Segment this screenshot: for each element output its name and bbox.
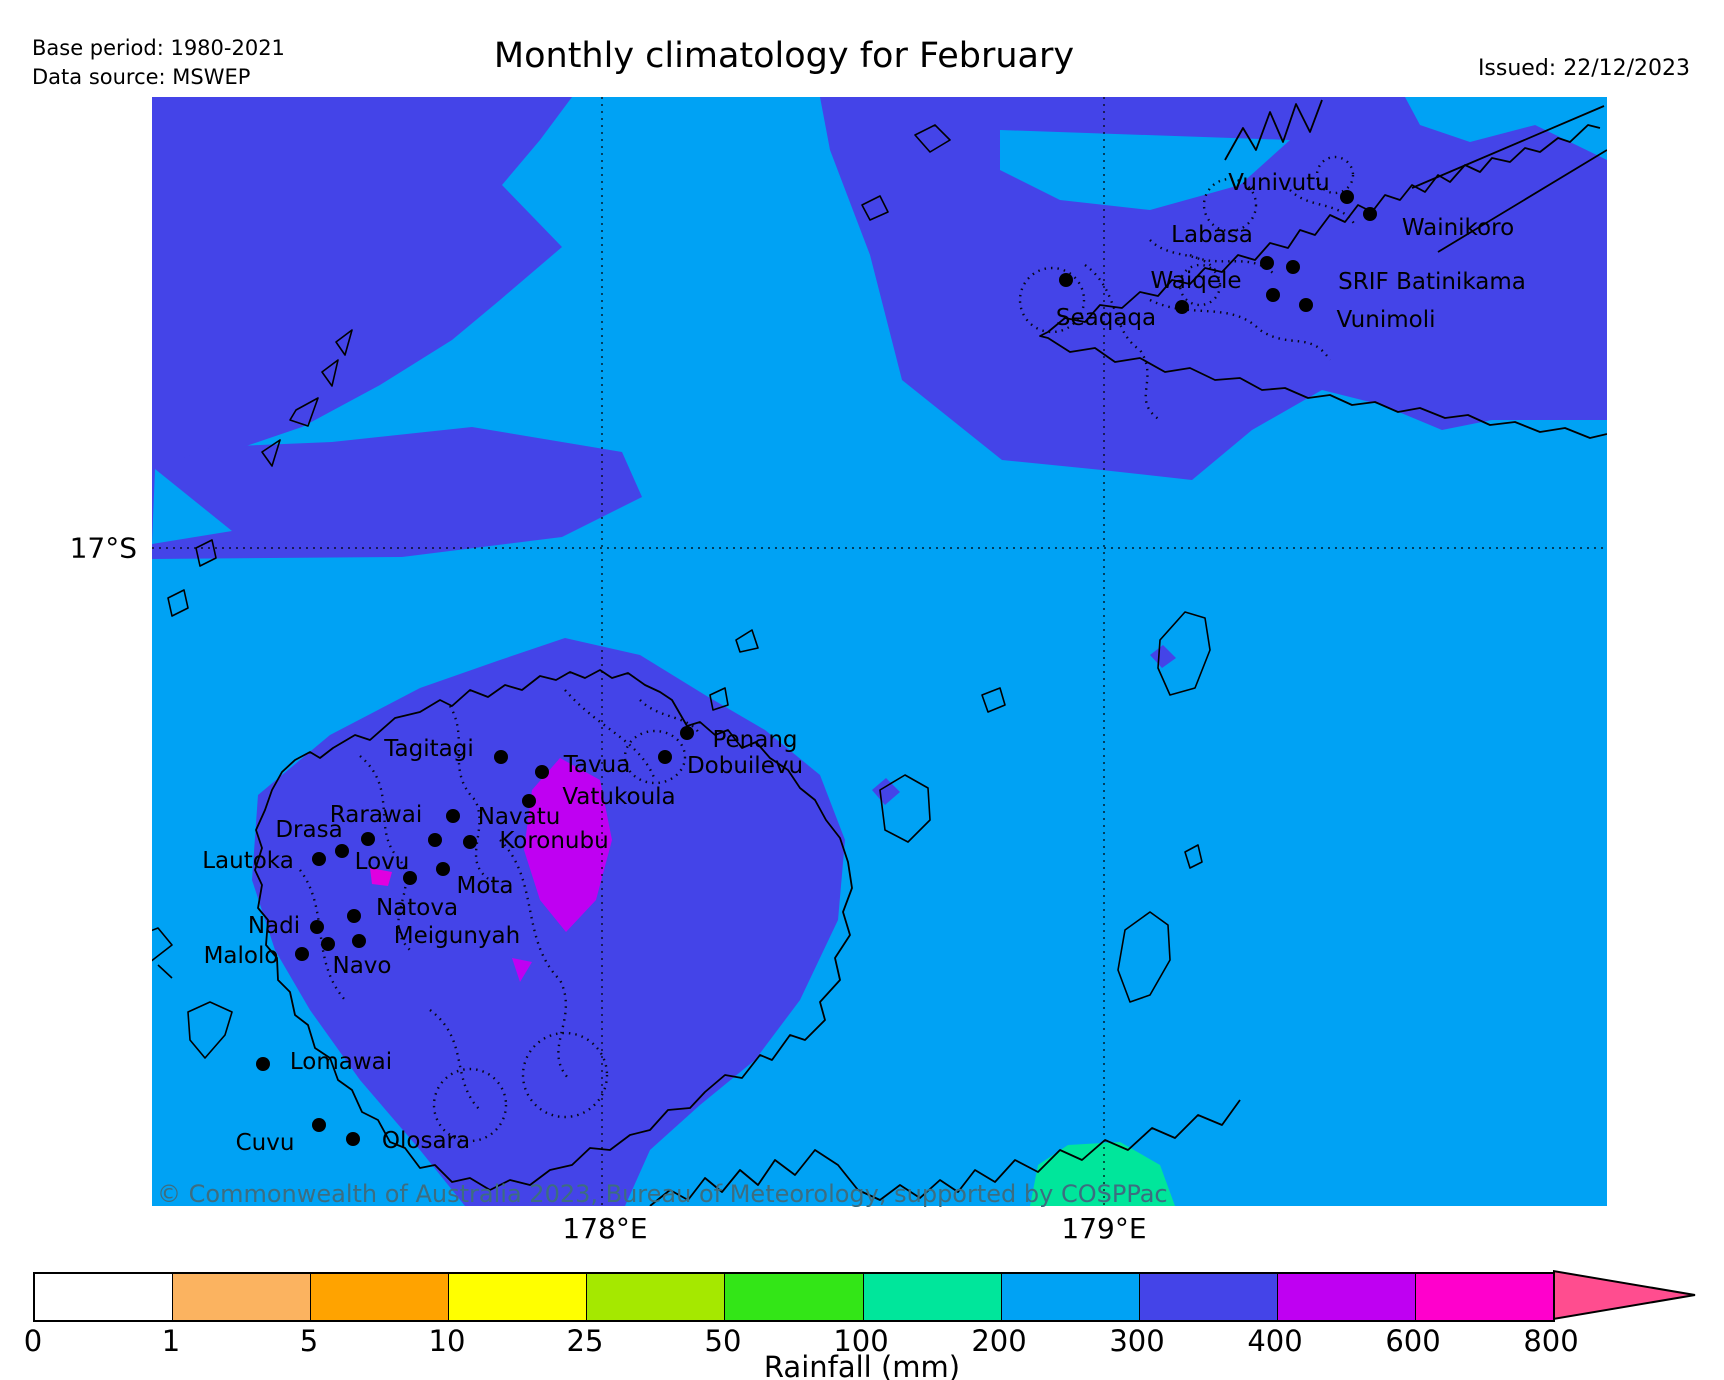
place-dot	[436, 862, 450, 876]
place-label: Lovu	[355, 849, 410, 875]
place-label: Vatukoula	[562, 784, 675, 810]
place-label: Lomawai	[290, 1049, 392, 1075]
place-dot	[1363, 207, 1377, 221]
place-label: Wainikoro	[1402, 215, 1514, 241]
place-dot	[1059, 273, 1073, 287]
place-dot	[1266, 288, 1280, 302]
place-label: Tavua	[564, 752, 631, 778]
place-dot	[352, 934, 366, 948]
arrow-shape	[1553, 1271, 1695, 1319]
colorbar-segment	[1139, 1274, 1277, 1320]
colorbar	[33, 1272, 1555, 1322]
rainfall-map: Vunivutu Wainikoro Labasa Waiqele SRIF Batin…	[0, 0, 1724, 1380]
place-label: Navo	[333, 953, 392, 979]
place-dot	[361, 832, 375, 846]
colorbar-tick-label: 1	[162, 1324, 180, 1358]
place-dot	[312, 852, 326, 866]
place-dot	[256, 1057, 270, 1071]
place-label: Seaqaqa	[1056, 305, 1156, 331]
place-label: Drasa	[275, 817, 342, 843]
place-label: Rarawai	[330, 802, 422, 828]
colorbar-tick-label: 200	[971, 1324, 1026, 1358]
place-label: Tagitagi	[384, 736, 473, 762]
colorbar-segment	[1001, 1274, 1139, 1320]
place-dot	[312, 1118, 326, 1132]
place-label: Labasa	[1171, 222, 1253, 248]
place-dot	[535, 765, 549, 779]
map-canvas	[152, 97, 1607, 1206]
page: Base period: 1980-2021 Data source: MSWE…	[0, 0, 1724, 1380]
colorbar-segment	[724, 1274, 862, 1320]
place-dot	[295, 947, 309, 961]
colorbar-tick-label: 800	[1523, 1324, 1578, 1358]
place-label: Vunimoli	[1337, 307, 1436, 333]
place-dot	[346, 1132, 360, 1146]
colorbar-segment	[1277, 1274, 1415, 1320]
colorbar-title: Rainfall (mm)	[764, 1350, 960, 1380]
colorbar-overflow-arrow	[1553, 1270, 1699, 1320]
colorbar-segment	[172, 1274, 310, 1320]
place-dot	[680, 726, 694, 740]
place-dot	[658, 750, 672, 764]
y-axis-tick-17s: 17°S	[70, 532, 137, 565]
place-dot	[1286, 260, 1300, 274]
colorbar-segment	[586, 1274, 724, 1320]
colorbar-tick-label: 300	[1109, 1324, 1164, 1358]
place-dot	[1299, 298, 1313, 312]
copyright-text: © Commonwealth of Australia 2023, Bureau…	[157, 1180, 1168, 1208]
place-label: Penang	[712, 727, 797, 753]
place-label: Meigunyah	[394, 923, 520, 949]
colorbar-tick-label: 400	[1247, 1324, 1302, 1358]
x-axis-tick-179e: 179°E	[1061, 1212, 1146, 1245]
place-dot	[446, 809, 460, 823]
colorbar-tick-label: 5	[300, 1324, 318, 1358]
colorbar-segment	[310, 1274, 448, 1320]
place-label: Navatu	[478, 804, 561, 830]
place-label: Dobuilevu	[687, 753, 803, 779]
place-label: Malolo	[204, 943, 279, 969]
place-label: SRIF Batinikama	[1338, 269, 1526, 295]
place-label: Nadi	[248, 913, 300, 939]
colorbar-tick-label: 50	[705, 1324, 742, 1358]
place-dot	[494, 750, 508, 764]
place-label: Cuvu	[236, 1130, 295, 1156]
place-label: Natova	[376, 895, 458, 921]
place-dot	[1340, 190, 1354, 204]
place-label: Waiqele	[1150, 268, 1241, 294]
place-label: Koronubu	[499, 828, 608, 854]
colorbar-segment	[448, 1274, 586, 1320]
place-dot	[1175, 300, 1189, 314]
place-dot	[347, 909, 361, 923]
colorbar-segment	[35, 1274, 172, 1320]
colorbar-tick-label: 10	[429, 1324, 466, 1358]
place-dot	[335, 844, 349, 858]
colorbar-tick-label: 600	[1385, 1324, 1440, 1358]
place-dot	[1260, 256, 1274, 270]
place-label: Mota	[456, 873, 513, 899]
colorbar-segment	[1415, 1274, 1553, 1320]
colorbar-tick-label: 25	[567, 1324, 604, 1358]
colorbar-segment	[863, 1274, 1001, 1320]
place-label: Vunivutu	[1228, 170, 1330, 196]
place-dot	[463, 835, 477, 849]
place-label: Olosara	[382, 1128, 470, 1154]
place-dot	[321, 937, 335, 951]
colorbar-tick-label: 0	[24, 1324, 42, 1358]
place-dot	[428, 833, 442, 847]
place-label: Lautoka	[202, 848, 294, 874]
x-axis-tick-178e: 178°E	[562, 1212, 647, 1245]
place-dot	[310, 920, 324, 934]
